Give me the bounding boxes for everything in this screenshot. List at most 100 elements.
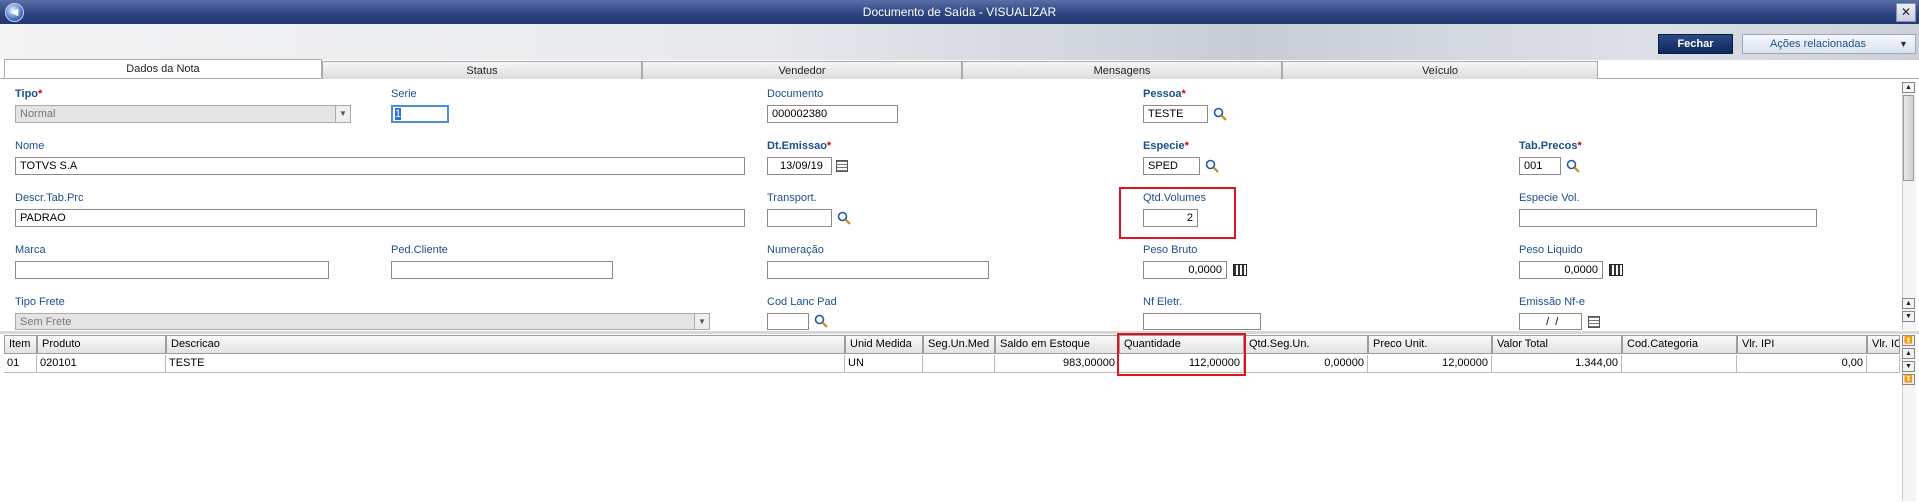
column-header-vlr-ipi[interactable]: Vlr. IPI xyxy=(1737,335,1867,354)
scroll-top-icon[interactable]: ⏫ xyxy=(1902,335,1915,346)
peso-bruto-label: Peso Bruto xyxy=(1143,244,1198,256)
tab-precos-label: Tab.Precos* xyxy=(1519,140,1582,152)
acoes-relacionadas-button[interactable]: Ações relacionadas ▼ xyxy=(1742,34,1916,54)
search-icon[interactable] xyxy=(1205,159,1219,173)
tab-status[interactable]: Status xyxy=(322,61,642,79)
marca-label: Marca xyxy=(15,244,46,256)
especie-input[interactable]: SPED xyxy=(1143,157,1200,175)
tab-mensagens[interactable]: Mensagens xyxy=(962,61,1282,79)
tipo-select[interactable]: Normal ▼ xyxy=(15,105,351,123)
grid-scrollbar[interactable] xyxy=(1902,335,1916,501)
tipo-frete-label: Tipo Frete xyxy=(15,296,65,308)
chevron-down-icon: ▼ xyxy=(335,106,350,122)
scroll-up-icon[interactable]: ▲ xyxy=(1902,298,1915,309)
column-header-seg-un-med[interactable]: Seg.Un.Med xyxy=(923,335,995,354)
peso-liquido-label: Peso Liquido xyxy=(1519,244,1583,256)
cell-seg-un-med[interactable] xyxy=(923,355,995,373)
window-title: Documento de Saída - VISUALIZAR xyxy=(862,5,1057,19)
form-scrollbar-thumb[interactable] xyxy=(1903,95,1914,181)
close-button[interactable]: ✕ xyxy=(1896,3,1916,22)
chevron-down-icon: ▼ xyxy=(1899,39,1908,49)
peso-liquido-input[interactable]: 0,0000 xyxy=(1519,261,1603,279)
cell-vlr-ipi[interactable]: 0,00 xyxy=(1737,355,1867,373)
title-bar: Documento de Saída - VISUALIZAR xyxy=(0,0,1919,24)
transport-label: Transport. xyxy=(767,192,817,204)
tab-veiculo[interactable]: Veículo xyxy=(1282,61,1598,79)
serie-label: Serie xyxy=(391,88,417,100)
scroll-down-icon[interactable]: ▼ xyxy=(1902,361,1915,372)
cell-item[interactable]: 01 xyxy=(4,355,37,373)
scroll-down-icon[interactable]: ▼ xyxy=(1902,311,1915,322)
nome-label: Nome xyxy=(15,140,45,152)
tipo-frete-select[interactable]: Sem Frete ▼ xyxy=(15,313,710,330)
cell-produto[interactable]: 020101 xyxy=(37,355,166,373)
calculator-icon[interactable] xyxy=(1609,264,1623,276)
documento-label: Documento xyxy=(767,88,824,100)
tipo-label: Tipo* xyxy=(15,88,43,100)
column-header-qtd-seg-un[interactable]: Qtd.Seg.Un. xyxy=(1244,335,1368,354)
calculator-icon[interactable] xyxy=(1233,264,1247,276)
pessoa-label: Pessoa* xyxy=(1143,88,1186,100)
column-header-produto[interactable]: Produto xyxy=(37,335,166,354)
marca-input[interactable] xyxy=(15,261,329,279)
especie-label: Especie* xyxy=(1143,140,1189,152)
nf-eletr-input[interactable] xyxy=(1143,313,1261,330)
tab-dados-da-nota[interactable]: Dados da Nota xyxy=(4,59,322,78)
cell-qtd-seg-un[interactable]: 0,00000 xyxy=(1244,355,1368,373)
search-icon[interactable] xyxy=(837,211,851,225)
descr-tab-prc-input[interactable]: PADRAO xyxy=(15,209,745,227)
column-header-cod-categoria[interactable]: Cod.Categoria xyxy=(1622,335,1737,354)
search-icon[interactable] xyxy=(814,314,828,328)
dt-emissao-label: Dt.Emissao* xyxy=(767,140,832,152)
documento-input[interactable]: 000002380 xyxy=(767,105,898,123)
column-header-saldo-estoque[interactable]: Saldo em Estoque xyxy=(995,335,1119,354)
emissao-nfe-input[interactable]: / / xyxy=(1519,313,1582,330)
transport-input[interactable] xyxy=(767,209,832,227)
cell-descricao[interactable]: TESTE xyxy=(166,355,845,373)
cell-saldo-estoque[interactable]: 983,00000 xyxy=(995,355,1119,373)
cell-unid-medida[interactable]: UN xyxy=(845,355,923,373)
nome-input[interactable]: TOTVS S.A xyxy=(15,157,745,175)
serie-input[interactable]: 1 xyxy=(391,105,449,123)
cod-lanc-pad-label: Cod Lanc Pad xyxy=(767,296,837,308)
column-header-unid-medida[interactable]: Unid Medida xyxy=(845,335,923,354)
ped-cliente-label: Ped.Cliente xyxy=(391,244,448,256)
peso-bruto-input[interactable]: 0,0000 xyxy=(1143,261,1227,279)
column-header-item[interactable]: Item xyxy=(4,335,37,354)
scroll-bottom-icon[interactable]: ⏬ xyxy=(1902,374,1915,385)
dt-emissao-input[interactable]: 13/09/19 xyxy=(767,157,832,175)
highlight-quantidade xyxy=(1117,333,1246,376)
descr-tab-prc-label: Descr.Tab.Prc xyxy=(15,192,84,204)
app-icon[interactable]: ◀ xyxy=(5,3,24,22)
acoes-relacionadas-label: Ações relacionadas xyxy=(1769,38,1866,50)
column-header-vlr-ic[interactable]: Vlr. IC xyxy=(1867,335,1900,354)
tab-vendedor[interactable]: Vendedor xyxy=(642,61,962,79)
column-header-valor-total[interactable]: Valor Total xyxy=(1492,335,1622,354)
scroll-up-icon[interactable]: ▲ xyxy=(1902,82,1915,93)
column-header-descricao[interactable]: Descricao xyxy=(166,335,845,354)
qtd-volumes-label: Qtd.Volumes xyxy=(1143,192,1206,204)
pessoa-input[interactable]: TESTE xyxy=(1143,105,1208,123)
qtd-volumes-input[interactable]: 2 xyxy=(1143,209,1198,227)
splitter[interactable] xyxy=(0,331,1919,334)
cell-cod-categoria[interactable] xyxy=(1622,355,1737,373)
scroll-up-icon[interactable]: ▲ xyxy=(1902,348,1915,359)
numeracao-label: Numeração xyxy=(767,244,824,256)
chevron-down-icon: ▼ xyxy=(694,314,709,329)
especie-vol-label: Especie Vol. xyxy=(1519,192,1580,204)
cod-lanc-pad-input[interactable] xyxy=(767,313,809,330)
emissao-nfe-label: Emissão Nf-e xyxy=(1519,296,1586,308)
search-icon[interactable] xyxy=(1213,107,1227,121)
ped-cliente-input[interactable] xyxy=(391,261,613,279)
especie-vol-input[interactable] xyxy=(1519,209,1817,227)
search-icon[interactable] xyxy=(1566,159,1580,173)
calendar-icon[interactable] xyxy=(836,160,848,172)
fechar-button[interactable]: Fechar xyxy=(1658,34,1733,54)
numeracao-input[interactable] xyxy=(767,261,989,279)
calendar-icon[interactable] xyxy=(1588,316,1600,328)
tab-precos-input[interactable]: 001 xyxy=(1519,157,1561,175)
cell-preco-unit[interactable]: 12,00000 xyxy=(1368,355,1492,373)
cell-valor-total[interactable]: 1.344,00 xyxy=(1492,355,1622,373)
column-header-preco-unit[interactable]: Preco Unit. xyxy=(1368,335,1492,354)
cell-vlr-ic[interactable] xyxy=(1867,355,1900,373)
